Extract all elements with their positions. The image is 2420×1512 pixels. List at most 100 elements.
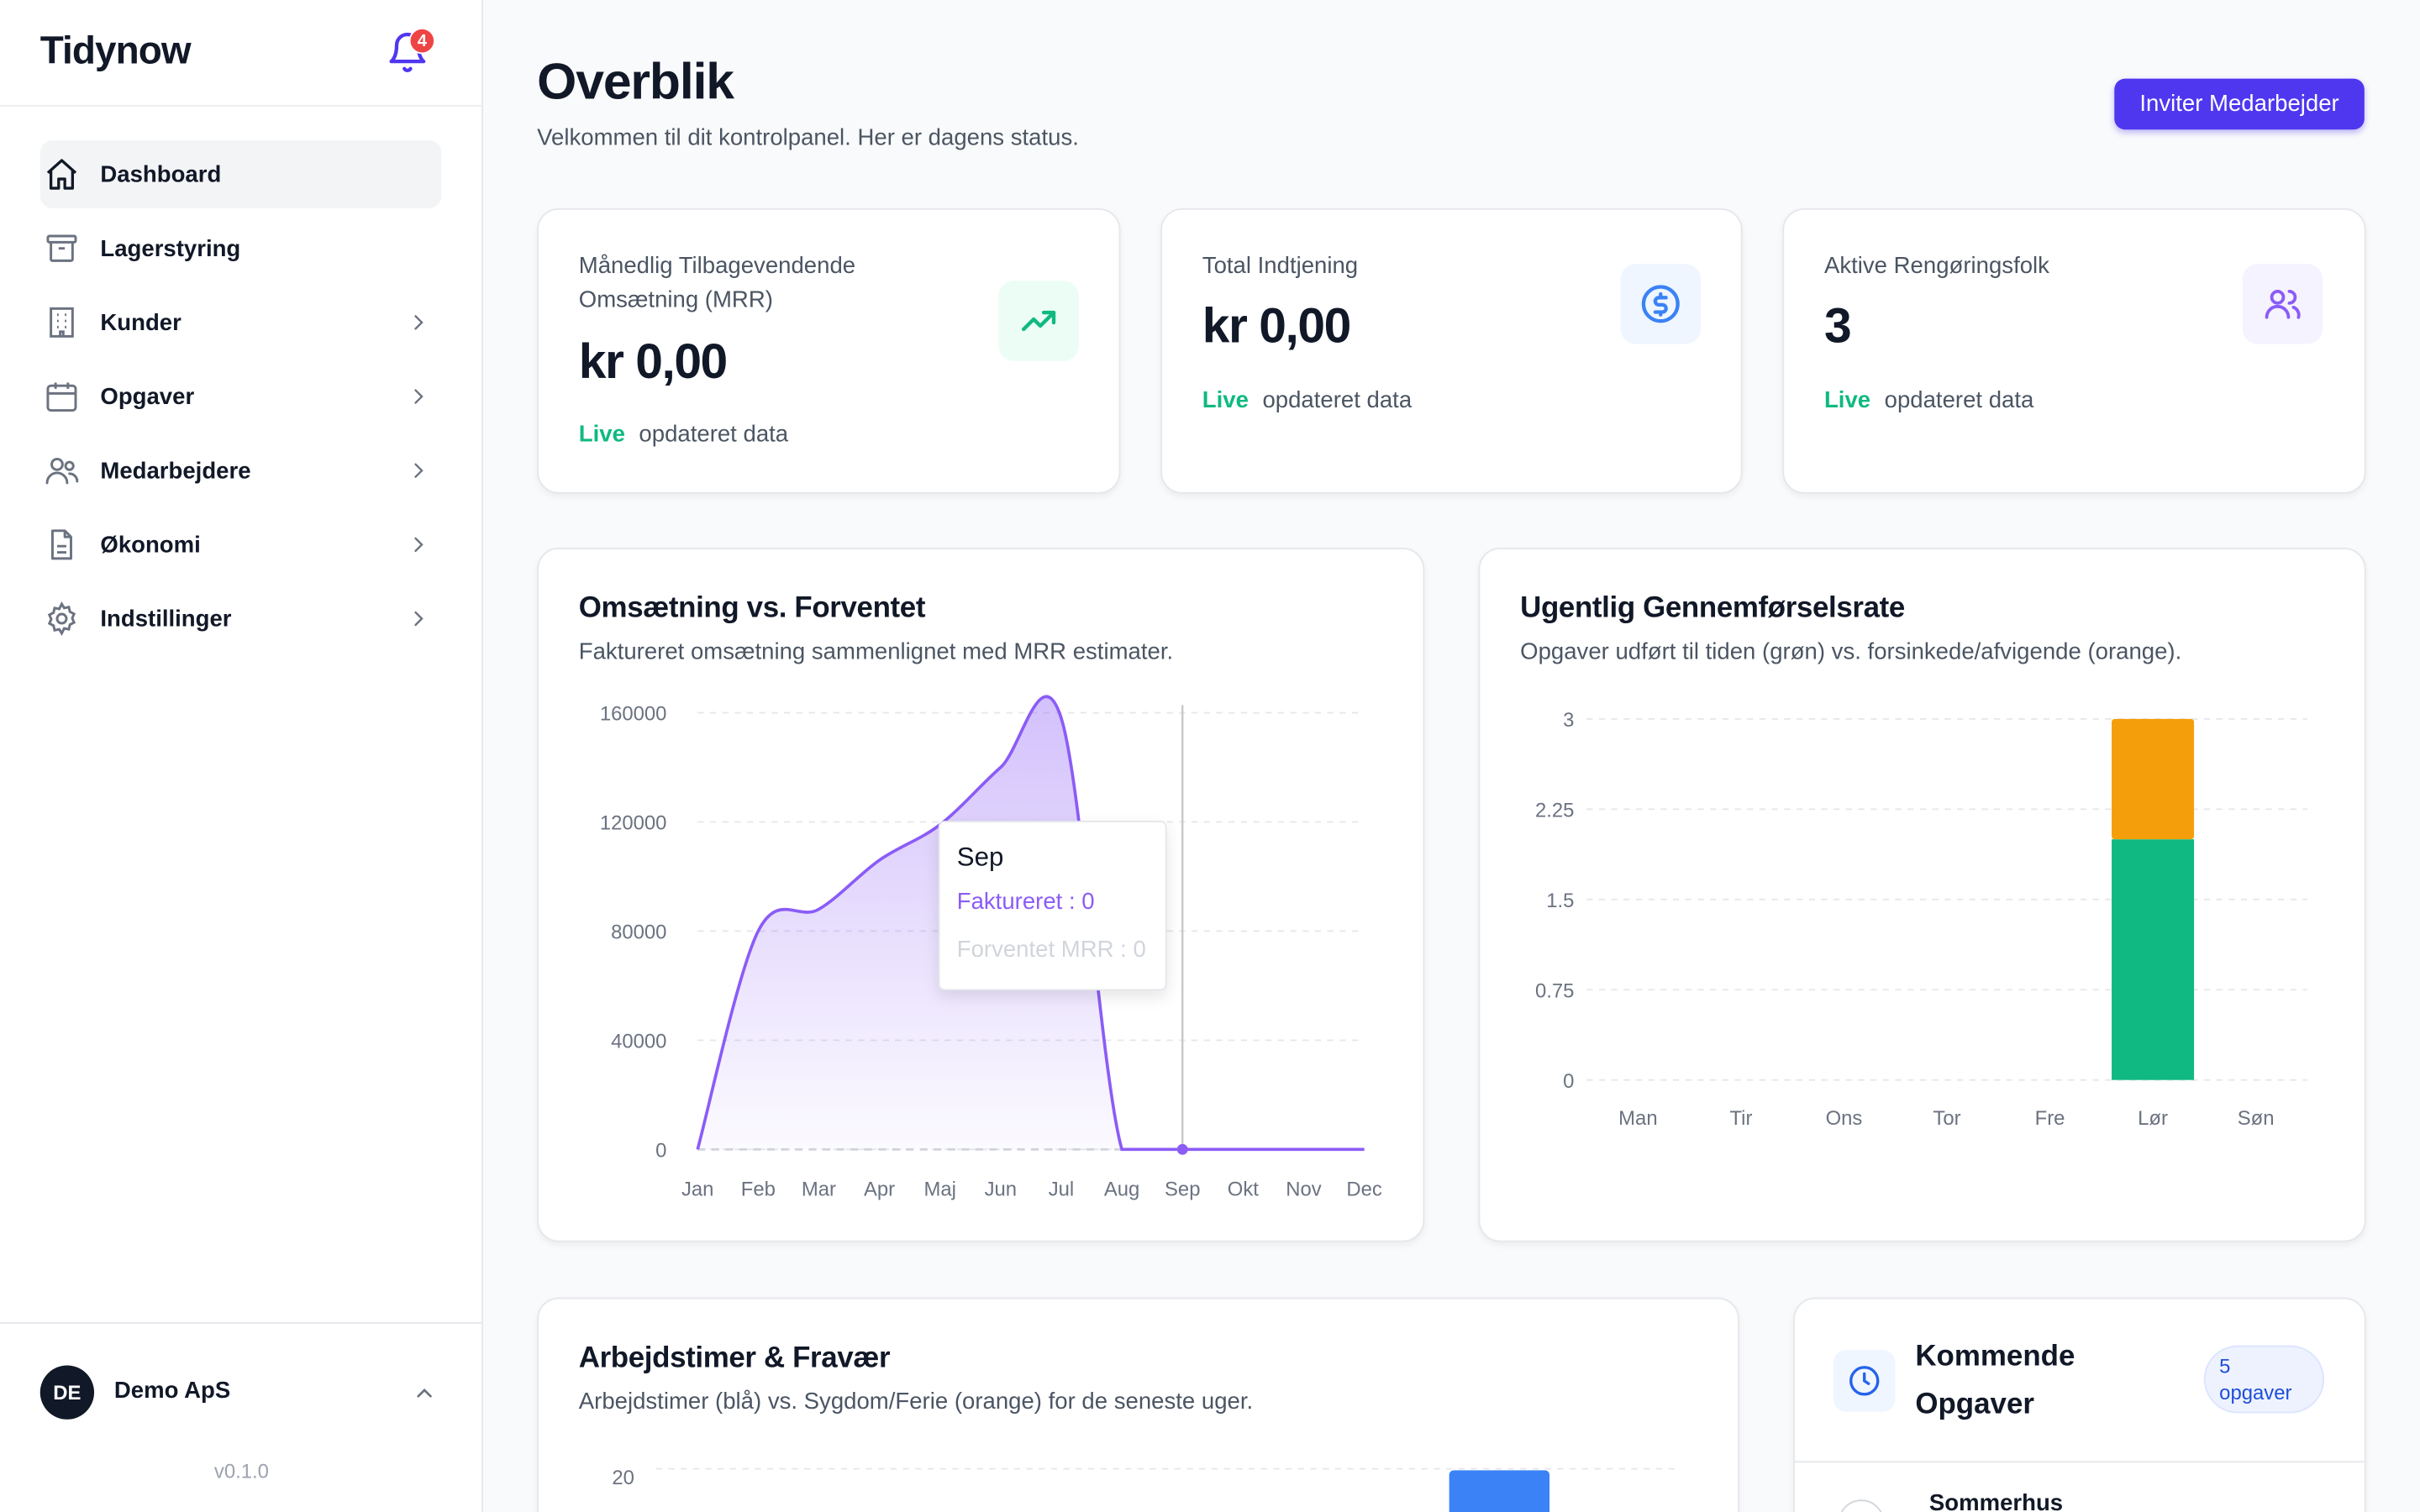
sidebar-item-kunder[interactable]: Kunder (40, 288, 442, 356)
task-count-label: opgaver (2219, 1380, 2292, 1404)
card-title: Kommende Opgaver (1915, 1341, 2075, 1421)
x-tick-label: Tir (1729, 1107, 1752, 1130)
x-tick-label: Man (1618, 1107, 1657, 1130)
bar-segment (2112, 718, 2195, 840)
sidebar-item-label: Indstillinger (100, 605, 232, 633)
tooltip-expected-mrr: Forventet MRR : 0 (956, 936, 1146, 963)
hours-bar (1449, 1470, 1550, 1512)
x-tick-label: Lør (2138, 1107, 2168, 1130)
chevron-up-icon[interactable] (412, 1381, 436, 1405)
stat-label: Aktive Rengøringsfolk (1823, 253, 2049, 280)
y-tick-label: 120000 (600, 812, 667, 835)
stat-footer-text: opdateret data (639, 421, 789, 448)
sidebar-item-label: Dashboard (100, 160, 222, 188)
stat-value: kr 0,00 (578, 333, 728, 389)
sidebar-item-label: Medarbejdere (100, 457, 251, 484)
sidebar-item-label: Kunder (100, 309, 182, 336)
chevron-right-icon (414, 537, 424, 553)
sidebar-item-lagerstyring[interactable]: Lagerstyring (40, 214, 442, 282)
sidebar: Tidynow 4 Dashboard Lagerstyring Kunder … (0, 0, 483, 1512)
chevron-right-icon (414, 315, 424, 330)
completion-bar-chart[interactable]: 0 0.75 1.5 2.25 3 Man Tir Ons Tor Fre Lør Søn (1479, 548, 2366, 1242)
page-subtitle: Velkommen til dit kontrolpanel. Her er d… (537, 124, 1079, 151)
task-count-badge: 5 opgaver (2203, 1345, 2325, 1414)
sidebar-item-label: Opgaver (100, 383, 195, 410)
x-tick-label: Maj (923, 1178, 955, 1200)
x-tick-label: Tor (1933, 1107, 1960, 1130)
users-icon (42, 450, 82, 491)
divider (1795, 1461, 2365, 1463)
brand-row: Tidynow 4 (0, 0, 482, 107)
x-tick-label: Nov (1286, 1178, 1322, 1200)
live-indicator: Live (578, 421, 625, 448)
x-tick-label: Ons (1826, 1107, 1863, 1130)
sidebar-item-medarbejdere[interactable]: Medarbejdere (40, 437, 442, 505)
chevron-right-icon (414, 389, 424, 404)
stat-value: kr 0,00 (1202, 297, 1351, 354)
sidebar-item-indstillinger[interactable]: Indstillinger (40, 585, 442, 653)
tooltip-title: Sep (956, 842, 1004, 872)
stat-footer-text: opdateret data (1884, 387, 2034, 414)
gear-icon (42, 599, 82, 639)
x-tick-label: Mar (802, 1178, 836, 1200)
sidebar-item-label: Lagerstyring (100, 235, 241, 262)
tooltip-invoiced: Faktureret : 0 (956, 888, 1095, 916)
stat-label: Månedlig Tilbagevendende Omsætning (MRR) (578, 253, 856, 313)
sidebar-nav: Dashboard Lagerstyring Kunder Opgaver Me… (39, 140, 442, 659)
x-tick-label: Feb (741, 1178, 776, 1200)
notification-badge: 4 (408, 28, 435, 55)
x-tick-label: Fre (2035, 1107, 2065, 1130)
x-tick-label: Jan (681, 1178, 713, 1200)
data-point (1176, 1143, 1188, 1155)
building-icon (42, 302, 82, 343)
document-icon (42, 524, 82, 564)
x-tick-label: Apr (864, 1178, 895, 1200)
work-hours-card: Arbejdstimer & Fravær Arbejdstimer (blå)… (537, 1297, 1739, 1512)
y-tick-label: 0.75 (1535, 979, 1574, 1002)
stat-footer: Live opdateret data (1202, 387, 1412, 413)
trending-up-icon (998, 281, 1079, 361)
chart-tooltip: Sep Faktureret : 0 Forventet MRR : 0 (938, 821, 1167, 991)
y-tick-label: 80000 (611, 921, 666, 944)
invite-employee-button[interactable]: Inviter Medarbejder (2114, 78, 2365, 130)
chevron-right-icon (414, 463, 424, 478)
org-switcher[interactable]: DE Demo ApS v0.1.0 (0, 1322, 483, 1512)
sidebar-item-label: Økonomi (100, 531, 201, 558)
y-tick-label: 0 (655, 1140, 666, 1163)
dollar-circle-icon (1620, 264, 1702, 344)
task-count: 5 (2219, 1354, 2231, 1378)
x-tick-label: Dec (1346, 1178, 1381, 1200)
stat-card-total-earnings: Total Indtjening kr 0,00 Live opdateret d… (1160, 207, 1743, 494)
x-tick-label: Jul (1049, 1178, 1075, 1200)
stat-value: 3 (1823, 297, 1852, 354)
home-icon (42, 155, 82, 195)
stat-card-mrr: Månedlig Tilbagevendende Omsætning (MRR)… (537, 207, 1121, 494)
avatar: DE (39, 1365, 95, 1420)
task-item-title[interactable]: Sommerhus (1929, 1490, 2063, 1512)
page-title: Overblik (537, 52, 734, 110)
y-tick-label: 1.5 (1546, 890, 1574, 912)
stat-card-active-cleaners: Aktive Rengøringsfolk 3 Live opdateret da… (1782, 207, 2366, 494)
org-name: Demo ApS (113, 1378, 231, 1404)
x-tick-label: Sep (1165, 1178, 1200, 1200)
x-tick-label: Jun (985, 1178, 1017, 1200)
y-tick-label: 40000 (611, 1031, 666, 1053)
users-icon (2242, 264, 2323, 344)
live-indicator: Live (1823, 387, 1871, 414)
y-tick-label: 20 (612, 1467, 634, 1489)
live-indicator: Live (1202, 387, 1249, 414)
archive-box-icon (42, 228, 82, 269)
sidebar-item-okonomi[interactable]: Økonomi (40, 511, 442, 579)
y-tick-label: 3 (1563, 709, 1574, 732)
brand-logo: Tidynow (39, 29, 192, 73)
task-icon (1838, 1499, 1885, 1512)
chevron-right-icon (414, 611, 424, 627)
sidebar-item-dashboard[interactable]: Dashboard (39, 140, 442, 208)
work-hours-chart[interactable]: 20 (539, 1299, 1739, 1512)
app-root: Tidynow 4 Dashboard Lagerstyring Kunder … (0, 0, 2420, 1512)
clock-icon (1833, 1350, 1896, 1412)
sidebar-item-opgaver[interactable]: Opgaver (40, 363, 442, 431)
x-tick-label: Søn (2238, 1107, 2275, 1130)
y-tick-label: 160000 (600, 703, 667, 726)
upcoming-tasks-card: Kommende Opgaver 5 opgaver Sommerhus (1793, 1297, 2366, 1512)
